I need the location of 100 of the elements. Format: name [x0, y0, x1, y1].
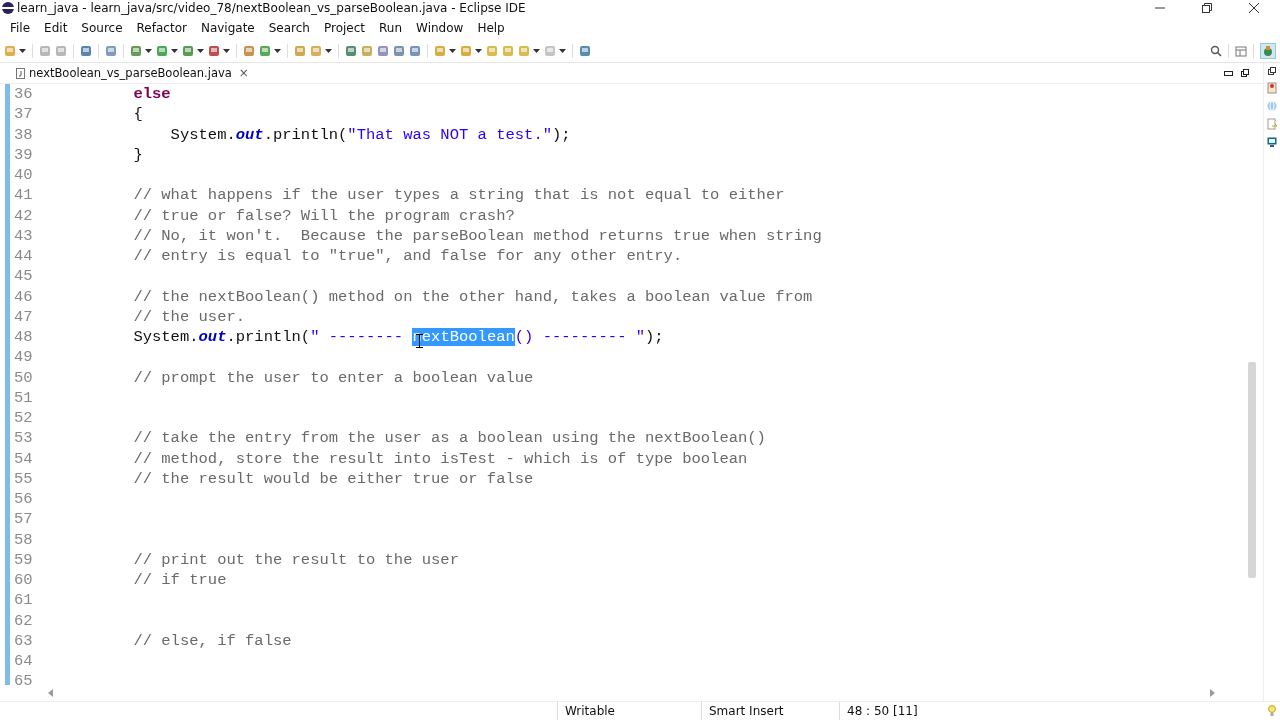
menu-item[interactable]: Refactor — [129, 21, 194, 35]
menu-item[interactable]: File — [3, 21, 38, 35]
line-number: 55 — [13, 469, 34, 488]
toolbar-tool-icon[interactable] — [377, 45, 389, 57]
code-line: // what happens if the user types a string that is not equal to either — [132, 186, 785, 205]
toolbar-tool-icon[interactable] — [80, 45, 92, 57]
menu-item[interactable]: Edit — [37, 21, 75, 35]
caret-icon[interactable] — [223, 49, 230, 53]
menu-item[interactable]: Navigate — [193, 21, 262, 35]
caret-icon[interactable] — [274, 49, 281, 53]
perspective-icon[interactable] — [1235, 45, 1247, 57]
code-line: System.out.println("That was NOT a test."); — [169, 125, 571, 144]
caret-icon[interactable] — [533, 49, 540, 53]
restore-view-icon[interactable] — [1268, 67, 1276, 75]
minimize-view-icon[interactable] — [1224, 70, 1233, 76]
lightbulb-icon[interactable] — [1268, 705, 1276, 717]
line-number: 63 — [13, 631, 34, 650]
code-line: else — [132, 85, 171, 104]
toolbar-tool-icon[interactable] — [294, 45, 306, 57]
line-number: 41 — [13, 186, 34, 205]
line-number: 48 — [13, 328, 34, 347]
line-number: 64 — [13, 652, 34, 671]
toolbar-tool-icon[interactable] — [393, 45, 405, 57]
caret-icon[interactable] — [559, 49, 566, 53]
line-number: 65 — [13, 672, 34, 685]
menu-item[interactable]: Search — [261, 21, 317, 35]
tab-close-button[interactable]: × — [238, 66, 249, 80]
status-insert-mode: Smart Insert — [701, 702, 839, 720]
globe-view-icon[interactable] — [1267, 101, 1277, 111]
status-mode: Writable — [557, 702, 701, 720]
line-number: 36 — [13, 85, 34, 104]
code-line: // true or false? Will the program crash? — [132, 206, 515, 225]
maximize-view-icon[interactable] — [1241, 69, 1249, 77]
line-number: 44 — [13, 247, 34, 266]
menu-item[interactable]: Run — [372, 21, 410, 35]
line-number: 58 — [13, 530, 34, 549]
code-line: // entry is equal to "true", and false for any other entry. — [132, 247, 683, 266]
status-cursor-position: 48 : 50 [11] — [839, 702, 947, 720]
line-number: 46 — [13, 287, 34, 306]
toolbar-tool-icon[interactable] — [409, 45, 421, 57]
close-icon[interactable] — [1248, 2, 1260, 14]
toolbar-tool-icon[interactable] — [55, 45, 67, 57]
caret-icon[interactable] — [475, 49, 482, 53]
code-line: // the user. — [132, 307, 246, 326]
line-number: 37 — [13, 105, 34, 124]
line-number: 53 — [13, 429, 34, 448]
bookmark-view-icon[interactable] — [1267, 82, 1277, 94]
caret-icon[interactable] — [197, 49, 204, 53]
line-number: 52 — [13, 409, 34, 428]
toolbar-tool-icon[interactable] — [105, 45, 117, 57]
code-line: // prompt the user to enter a boolean value — [132, 368, 534, 387]
line-number: 51 — [13, 388, 34, 407]
line-number: 42 — [13, 206, 34, 225]
caret-icon[interactable] — [19, 49, 26, 53]
window-title: learn_java - learn_java/src/video_78/nextBoolean_vs_parseBoolean.java - Eclipse IDE — [17, 1, 526, 15]
line-number: 50 — [13, 368, 34, 387]
toolbar-tool-icon[interactable] — [39, 45, 51, 57]
code-line: // the result would be either true or false — [132, 469, 534, 488]
code-line: { — [132, 105, 143, 124]
code-line: // print out the result to the user — [132, 550, 459, 569]
code-line: // else, if false — [132, 631, 292, 650]
toolbar-tool-icon[interactable] — [345, 45, 357, 57]
line-number: 60 — [13, 571, 34, 590]
toolbar-tool-icon[interactable] — [208, 45, 220, 57]
caret-icon[interactable] — [325, 49, 332, 53]
line-number: 40 — [13, 166, 34, 185]
code-line: } — [132, 145, 143, 164]
line-number: 59 — [13, 550, 34, 569]
line-number: 43 — [13, 226, 34, 245]
restore-icon[interactable] — [1201, 2, 1213, 14]
line-number: 54 — [13, 449, 34, 468]
console-view-icon[interactable] — [1267, 137, 1277, 147]
caret-icon[interactable] — [449, 49, 456, 53]
toolbar-tool-icon[interactable] — [361, 45, 373, 57]
line-number: 39 — [13, 145, 34, 164]
caret-icon[interactable] — [171, 49, 178, 53]
tab-label: nextBoolean_vs_parseBoolean.java — [29, 66, 232, 80]
line-number: 38 — [13, 125, 34, 144]
java-file-icon — [16, 67, 25, 79]
code-line: // take the entry from the user as a boolean using the nextBoolean() — [132, 429, 766, 448]
scroll-right-icon[interactable] — [1210, 689, 1215, 697]
caret-icon[interactable] — [145, 49, 152, 53]
search-icon[interactable] — [1210, 45, 1222, 57]
line-number: 45 — [13, 267, 34, 286]
code-line: // the nextBoolean() method on the other hand, takes a boolean value from — [132, 287, 813, 306]
line-number: 56 — [13, 490, 34, 509]
document-view-icon[interactable] — [1267, 118, 1277, 130]
menu-item[interactable]: Window — [409, 21, 471, 35]
menu-item[interactable]: Project — [316, 21, 373, 35]
line-number: 61 — [13, 591, 34, 610]
line-number: 49 — [13, 348, 34, 367]
toolbar-tool-icon[interactable] — [243, 45, 255, 57]
java-perspective-icon[interactable] — [1260, 43, 1276, 59]
scroll-left-icon[interactable] — [48, 689, 53, 697]
menu-item[interactable]: Help — [470, 21, 512, 35]
toolbar-tool-icon[interactable] — [579, 45, 591, 57]
line-number: 62 — [13, 611, 34, 630]
menu-item[interactable]: Source — [74, 21, 130, 35]
scrollbar-thumb[interactable] — [1248, 362, 1256, 578]
editor-tab[interactable]: nextBoolean_vs_parseBoolean.java × — [14, 64, 251, 82]
